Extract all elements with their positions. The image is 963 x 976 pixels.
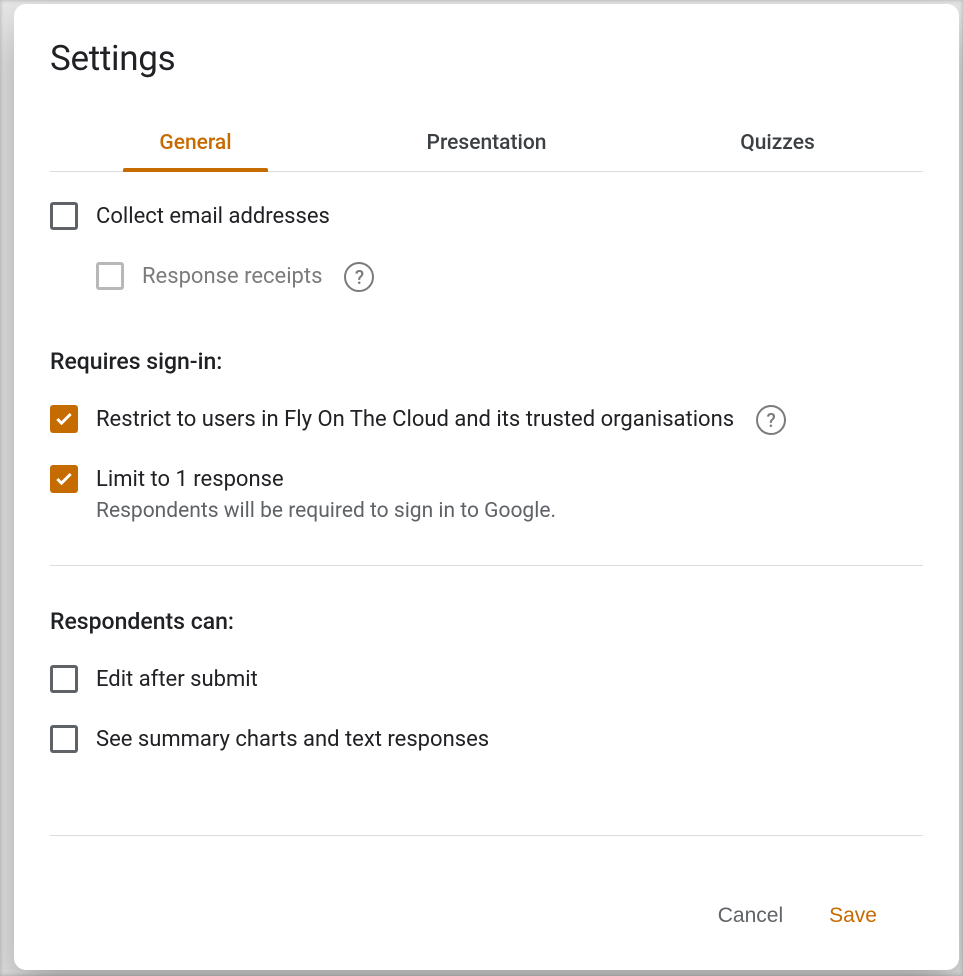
option-edit-after: Edit after submit: [50, 635, 923, 695]
check-icon: [54, 409, 74, 429]
label-edit-after: Edit after submit: [96, 665, 923, 695]
check-icon: [54, 469, 74, 489]
cancel-button[interactable]: Cancel: [714, 896, 787, 936]
heading-respondents-can: Respondents can:: [50, 566, 923, 635]
heading-requires-signin: Requires sign-in:: [50, 292, 923, 375]
modal-title: Settings: [50, 38, 923, 79]
label-see-summary: See summary charts and text responses: [96, 725, 923, 755]
option-see-summary: See summary charts and text responses: [50, 695, 923, 755]
help-icon[interactable]: ?: [756, 405, 786, 435]
modal-header: Settings General Presentation Quizzes: [14, 4, 959, 172]
label-restrict: Restrict to users in Fly On The Cloud an…: [96, 405, 734, 435]
label-limit: Limit to 1 response: [96, 465, 923, 495]
option-response-receipts: Response receipts ?: [50, 232, 923, 292]
option-restrict: Restrict to users in Fly On The Cloud an…: [50, 375, 923, 435]
tab-presentation[interactable]: Presentation: [341, 115, 632, 171]
checkbox-see-summary[interactable]: [50, 725, 78, 753]
label-collect-email: Collect email addresses: [96, 202, 923, 232]
checkbox-restrict[interactable]: [50, 405, 78, 433]
checkbox-response-receipts: [96, 262, 124, 290]
checkbox-limit[interactable]: [50, 465, 78, 493]
label-response-receipts: Response receipts: [142, 262, 322, 292]
tab-quizzes[interactable]: Quizzes: [632, 115, 923, 171]
checkbox-edit-after[interactable]: [50, 665, 78, 693]
modal-body: Collect email addresses Response receipt…: [14, 172, 959, 793]
tabs: General Presentation Quizzes: [50, 115, 923, 172]
modal-footer: Cancel Save: [50, 874, 923, 970]
option-collect-email: Collect email addresses: [50, 172, 923, 232]
checkbox-collect-email[interactable]: [50, 202, 78, 230]
help-icon[interactable]: ?: [344, 262, 374, 292]
settings-modal: Settings General Presentation Quizzes Co…: [14, 4, 959, 970]
save-button[interactable]: Save: [825, 896, 881, 936]
sublabel-limit: Respondents will be required to sign in …: [96, 499, 923, 523]
footer-divider: [50, 835, 923, 836]
tab-general[interactable]: General: [50, 115, 341, 171]
option-limit: Limit to 1 response Respondents will be …: [50, 435, 923, 523]
